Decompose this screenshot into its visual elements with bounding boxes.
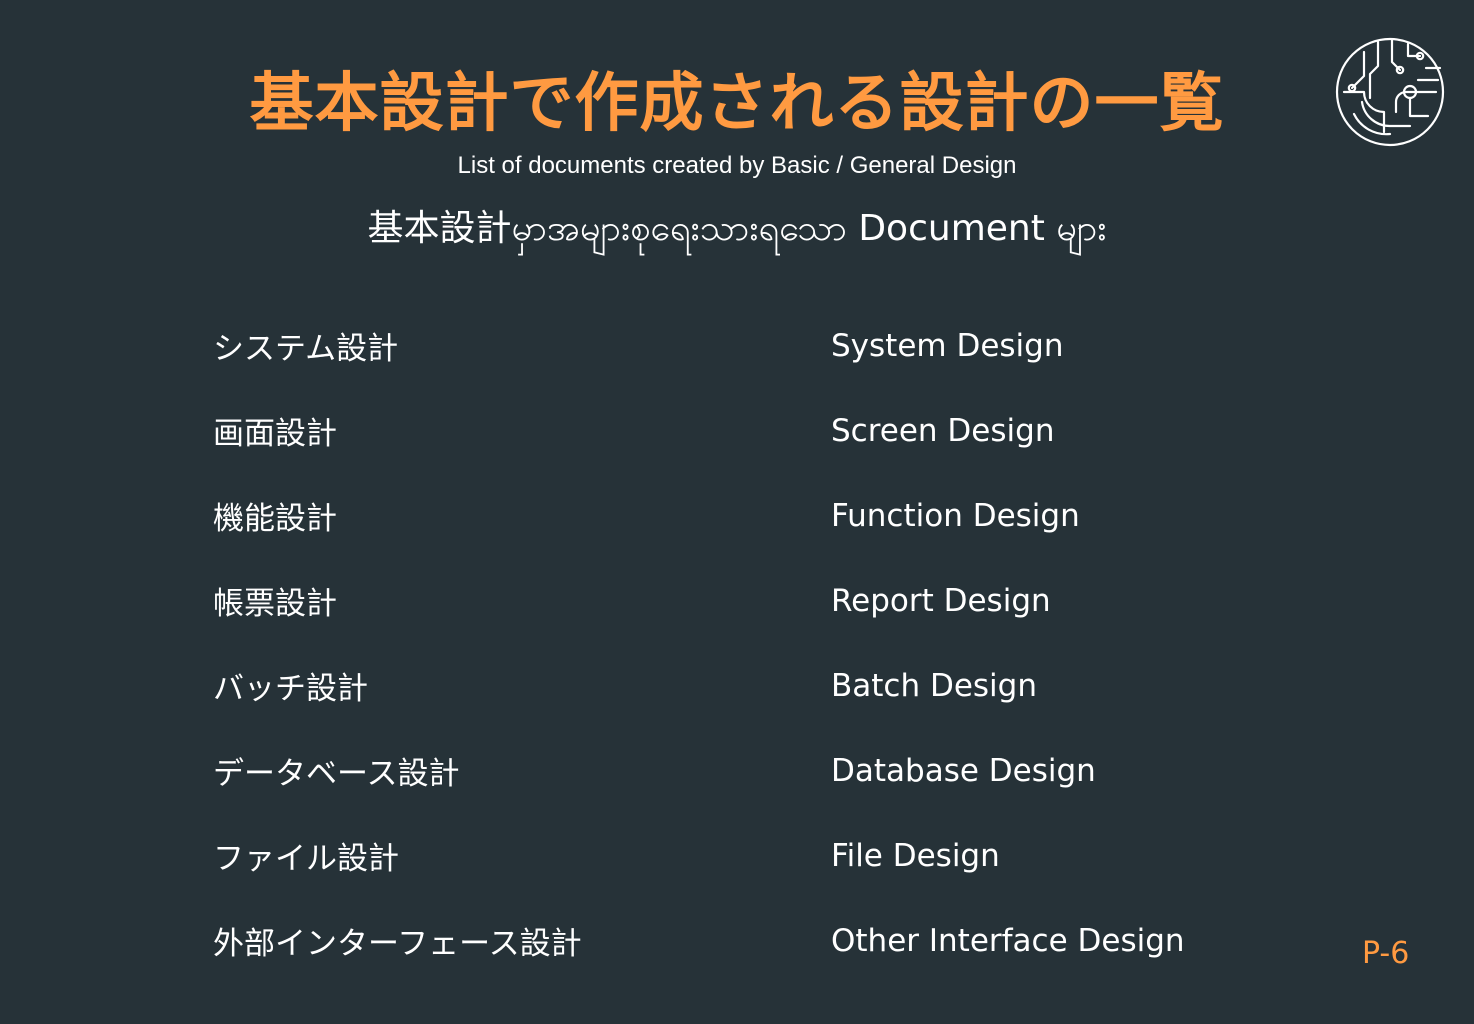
document-name-jp: システム設計 [213, 331, 399, 367]
document-name-jp: バッチ設計 [213, 671, 368, 707]
page-title: 基本設計で作成される設計の一覧 [249, 67, 1225, 141]
document-name-jp: 外部インターフェース設計 [213, 926, 582, 962]
document-name-en: File Design [831, 837, 1000, 874]
document-list: システム設計 System Design 画面設計 Screen Design … [213, 303, 1253, 983]
document-name-en: System Design [831, 327, 1064, 364]
document-name-en: Other Interface Design [831, 922, 1185, 959]
document-name-en: Screen Design [831, 412, 1055, 449]
list-item: システム設計 System Design [213, 303, 1253, 388]
document-name-en: Function Design [831, 497, 1080, 534]
list-item: 帳票設計 Report Design [213, 558, 1253, 643]
list-item: データベース設計 Database Design [213, 728, 1253, 813]
document-name-jp: データベース設計 [213, 756, 460, 792]
page-number: P-6 [1362, 936, 1410, 971]
list-item: 機能設計 Function Design [213, 473, 1253, 558]
list-item: 画面設計 Screen Design [213, 388, 1253, 473]
document-name-en: Batch Design [831, 667, 1037, 704]
document-name-jp: 帳票設計 [213, 586, 337, 622]
circuit-logo-icon [1334, 36, 1446, 148]
document-name-en: Database Design [831, 752, 1096, 789]
document-name-en: Report Design [831, 582, 1051, 619]
list-item: バッチ設計 Batch Design [213, 643, 1253, 728]
document-name-jp: ファイル設計 [213, 841, 399, 877]
document-name-jp: 画面設計 [213, 416, 337, 452]
list-item: ファイル設計 File Design [213, 813, 1253, 898]
english-subtitle: List of documents created by Basic / Gen… [457, 152, 1017, 179]
document-name-jp: 機能設計 [213, 501, 337, 537]
list-item: 外部インターフェース設計 Other Interface Design [213, 898, 1253, 983]
myanmar-subtitle: 基本設計မှာအများစုရေးသားရသော Document များ [367, 208, 1107, 249]
